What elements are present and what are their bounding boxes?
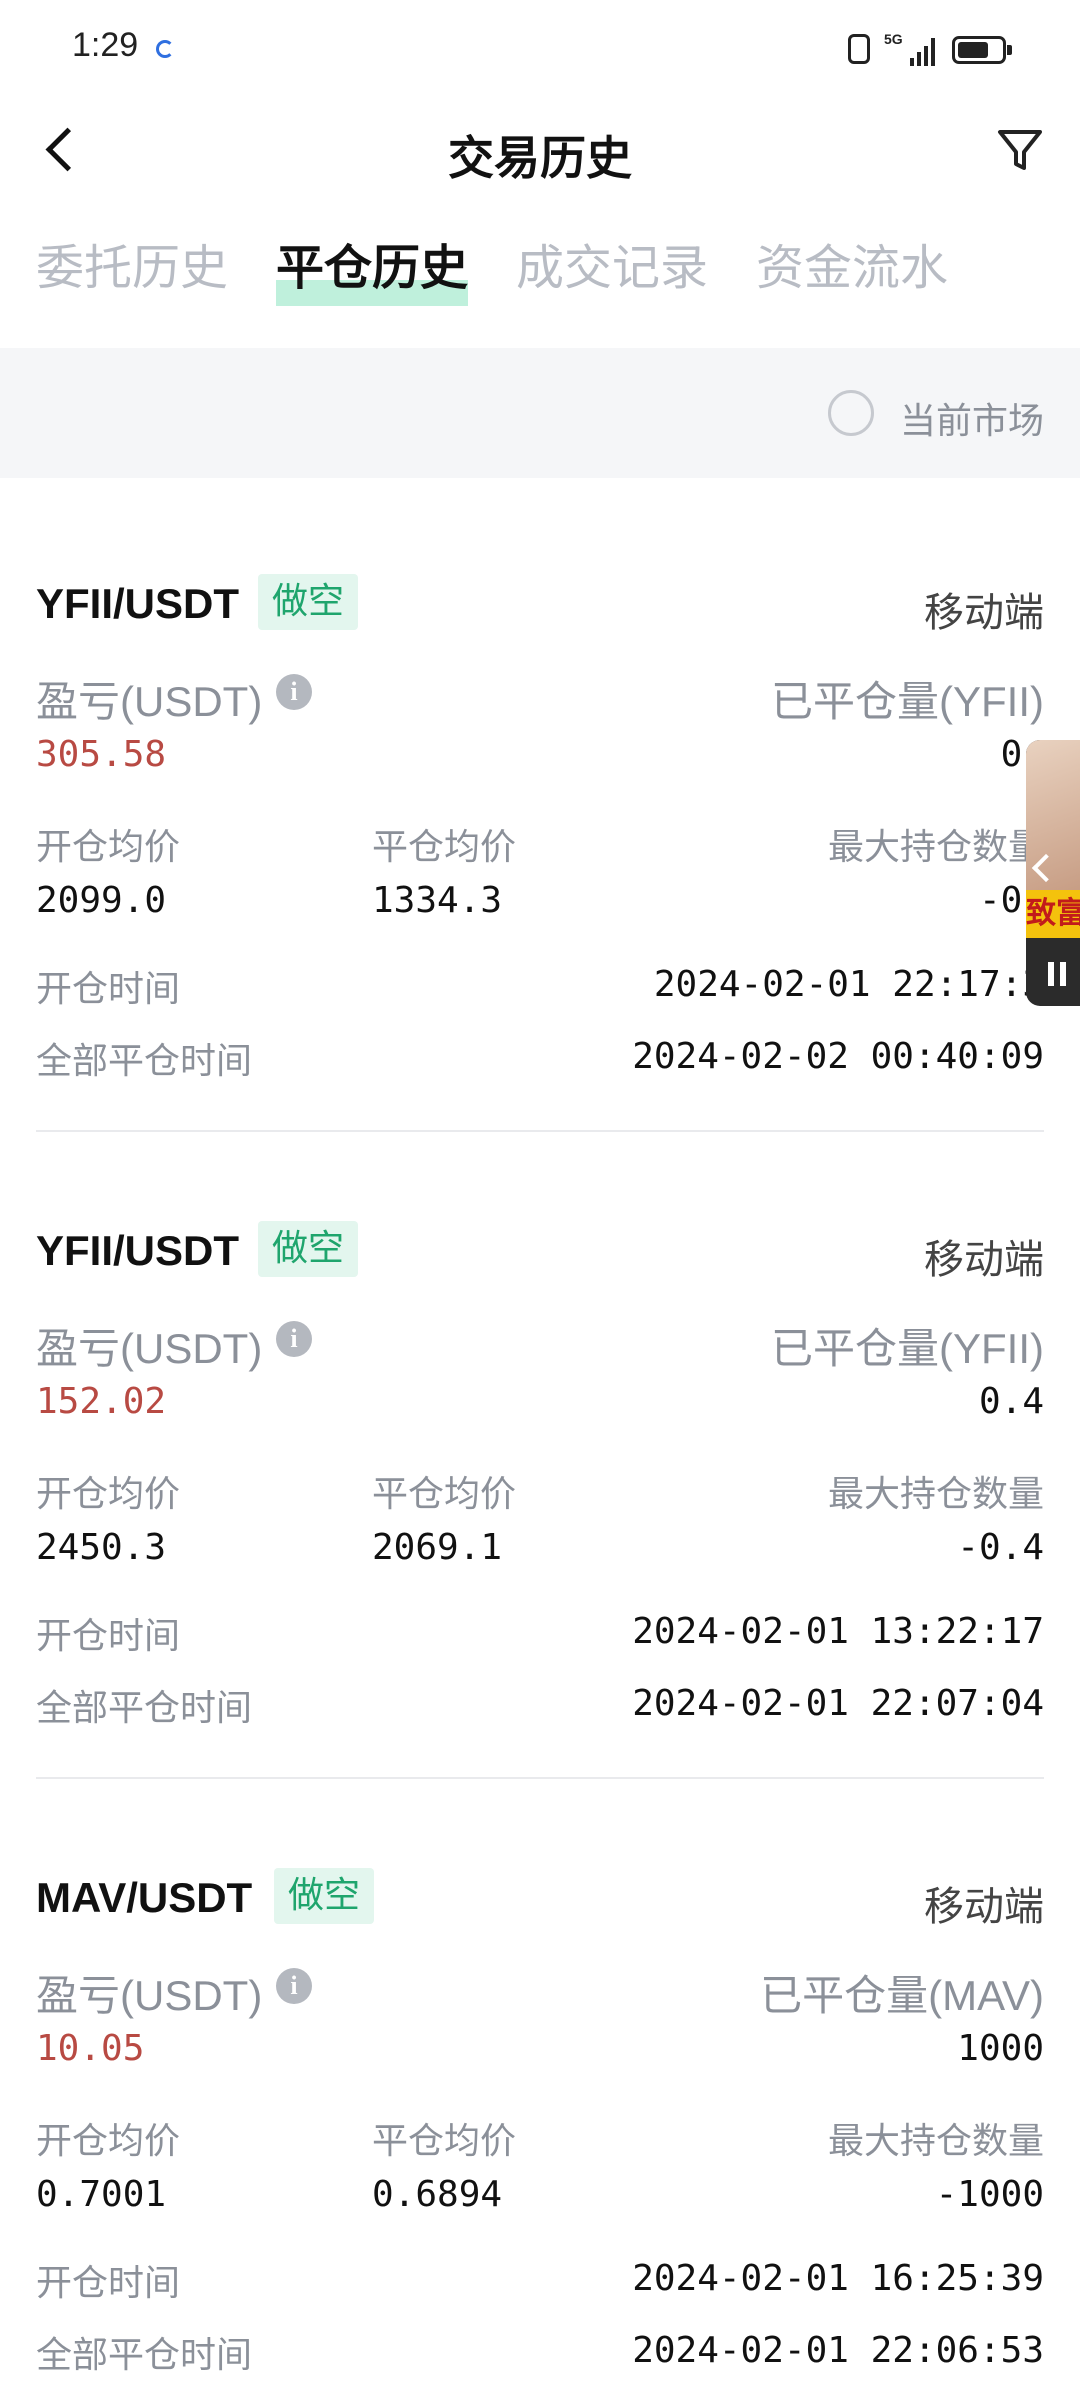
tab-bar: 委托历史 平仓历史 成交记录 资金流水 — [0, 228, 1080, 318]
max-position-label: 最大持仓数量 — [827, 827, 1044, 868]
open-avg-value: 2099.0 — [36, 880, 167, 921]
close-avg-value: 0.6894 — [372, 2174, 503, 2215]
nfc-icon — [848, 34, 870, 64]
status-bar: 1:29 5G — [0, 0, 1080, 100]
open-time-label: 开仓时间 — [36, 2263, 181, 2304]
pnl-value: 10.05 — [36, 2028, 145, 2069]
loading-icon — [156, 40, 174, 58]
info-icon[interactable]: i — [276, 1968, 312, 2004]
open-avg-value: 2450.3 — [36, 1527, 167, 1568]
open-avg-value: 0.7001 — [36, 2174, 167, 2215]
side-badge: 做空 — [274, 1868, 375, 1924]
position-record[interactable]: YFII/USDT 做空 移动端 盈亏(USDT) i 已平仓量(YFII) 3… — [36, 574, 1044, 1180]
closed-qty-label: 已平仓量(YFII) — [771, 678, 1044, 725]
source-label: 移动端 — [924, 1884, 1044, 1930]
position-record[interactable]: YFII/USDT 做空 移动端 盈亏(USDT) i 已平仓量(YFII) 1… — [36, 1221, 1044, 1827]
tab-close-history[interactable]: 平仓历史 — [276, 228, 469, 306]
open-time-value: 2024-02-01 16:25:39 — [632, 2258, 1044, 2299]
current-market-radio[interactable] — [828, 390, 874, 436]
close-avg-label: 平仓均价 — [372, 827, 517, 868]
tab-order-history[interactable]: 委托历史 — [36, 228, 228, 298]
full-close-time-value: 2024-02-02 00:40:09 — [632, 1036, 1044, 1077]
pnl-value: 305.58 — [36, 734, 167, 775]
app-header: 交易历史 — [0, 100, 1080, 200]
max-position-value: -1000 — [935, 2174, 1044, 2215]
network-type: 5G — [884, 31, 903, 47]
source-label: 移动端 — [924, 1237, 1044, 1283]
max-position-label: 最大持仓数量 — [827, 2121, 1044, 2162]
tab-fund-flow[interactable]: 资金流水 — [756, 228, 948, 298]
trading-pair: YFII/USDT — [36, 580, 240, 627]
current-market-label[interactable]: 当前市场 — [900, 392, 1044, 444]
full-close-time-value: 2024-02-01 22:06:53 — [632, 2330, 1044, 2371]
close-avg-value: 1334.3 — [372, 880, 503, 921]
closed-qty-label: 已平仓量(MAV) — [760, 1972, 1044, 2019]
pnl-value: 152.02 — [36, 1381, 167, 1422]
full-close-time-label: 全部平仓时间 — [36, 2335, 253, 2376]
side-badge: 做空 — [258, 574, 359, 630]
position-record[interactable]: MAV/USDT 做空 移动端 盈亏(USDT) i 已平仓量(MAV) 10.… — [36, 1868, 1044, 2394]
filter-icon[interactable] — [994, 124, 1046, 176]
closed-qty-value: 1000 — [957, 2028, 1044, 2069]
closed-qty-label: 已平仓量(YFII) — [771, 1325, 1044, 1372]
open-time-value: 2024-02-01 22:17:3 — [653, 964, 1044, 1005]
full-close-time-value: 2024-02-01 22:07:04 — [632, 1683, 1044, 1724]
open-time-label: 开仓时间 — [36, 969, 181, 1010]
close-avg-label: 平仓均价 — [372, 1474, 517, 1515]
divider — [36, 1777, 1044, 1779]
trading-pair: MAV/USDT — [36, 1874, 253, 1921]
divider — [36, 1130, 1044, 1132]
info-icon[interactable]: i — [276, 674, 312, 710]
open-time-value: 2024-02-01 13:22:17 — [632, 1611, 1044, 1652]
status-time: 1:29 — [72, 26, 139, 64]
video-caption: 致富 — [1026, 890, 1080, 938]
pause-icon[interactable] — [1048, 962, 1068, 986]
info-icon[interactable]: i — [276, 1321, 312, 1357]
trading-pair: YFII/USDT — [36, 1227, 240, 1274]
pnl-label: 盈亏(USDT) — [36, 1972, 263, 2019]
page-title: 交易历史 — [448, 131, 632, 185]
source-label: 移动端 — [924, 590, 1044, 636]
open-time-label: 开仓时间 — [36, 1616, 181, 1657]
filter-bar: 当前市场 — [0, 348, 1080, 478]
pnl-label: 盈亏(USDT) — [36, 1325, 263, 1372]
signal-icon — [910, 36, 938, 66]
full-close-time-label: 全部平仓时间 — [36, 1041, 253, 1082]
max-position-label: 最大持仓数量 — [827, 1474, 1044, 1515]
closed-qty-value: 0.4 — [978, 1381, 1044, 1422]
full-close-time-label: 全部平仓时间 — [36, 1688, 253, 1729]
open-avg-label: 开仓均价 — [36, 2121, 181, 2162]
open-avg-label: 开仓均价 — [36, 1474, 181, 1515]
close-avg-label: 平仓均价 — [372, 2121, 517, 2162]
floating-video-window[interactable]: 致富 — [1026, 740, 1080, 1006]
max-position-value: -0.4 — [957, 1527, 1044, 1568]
pnl-label: 盈亏(USDT) — [36, 678, 263, 725]
open-avg-label: 开仓均价 — [36, 827, 181, 868]
battery-icon — [952, 36, 1012, 64]
tab-trade-records[interactable]: 成交记录 — [516, 228, 708, 298]
close-avg-value: 2069.1 — [372, 1527, 503, 1568]
side-badge: 做空 — [258, 1221, 359, 1277]
